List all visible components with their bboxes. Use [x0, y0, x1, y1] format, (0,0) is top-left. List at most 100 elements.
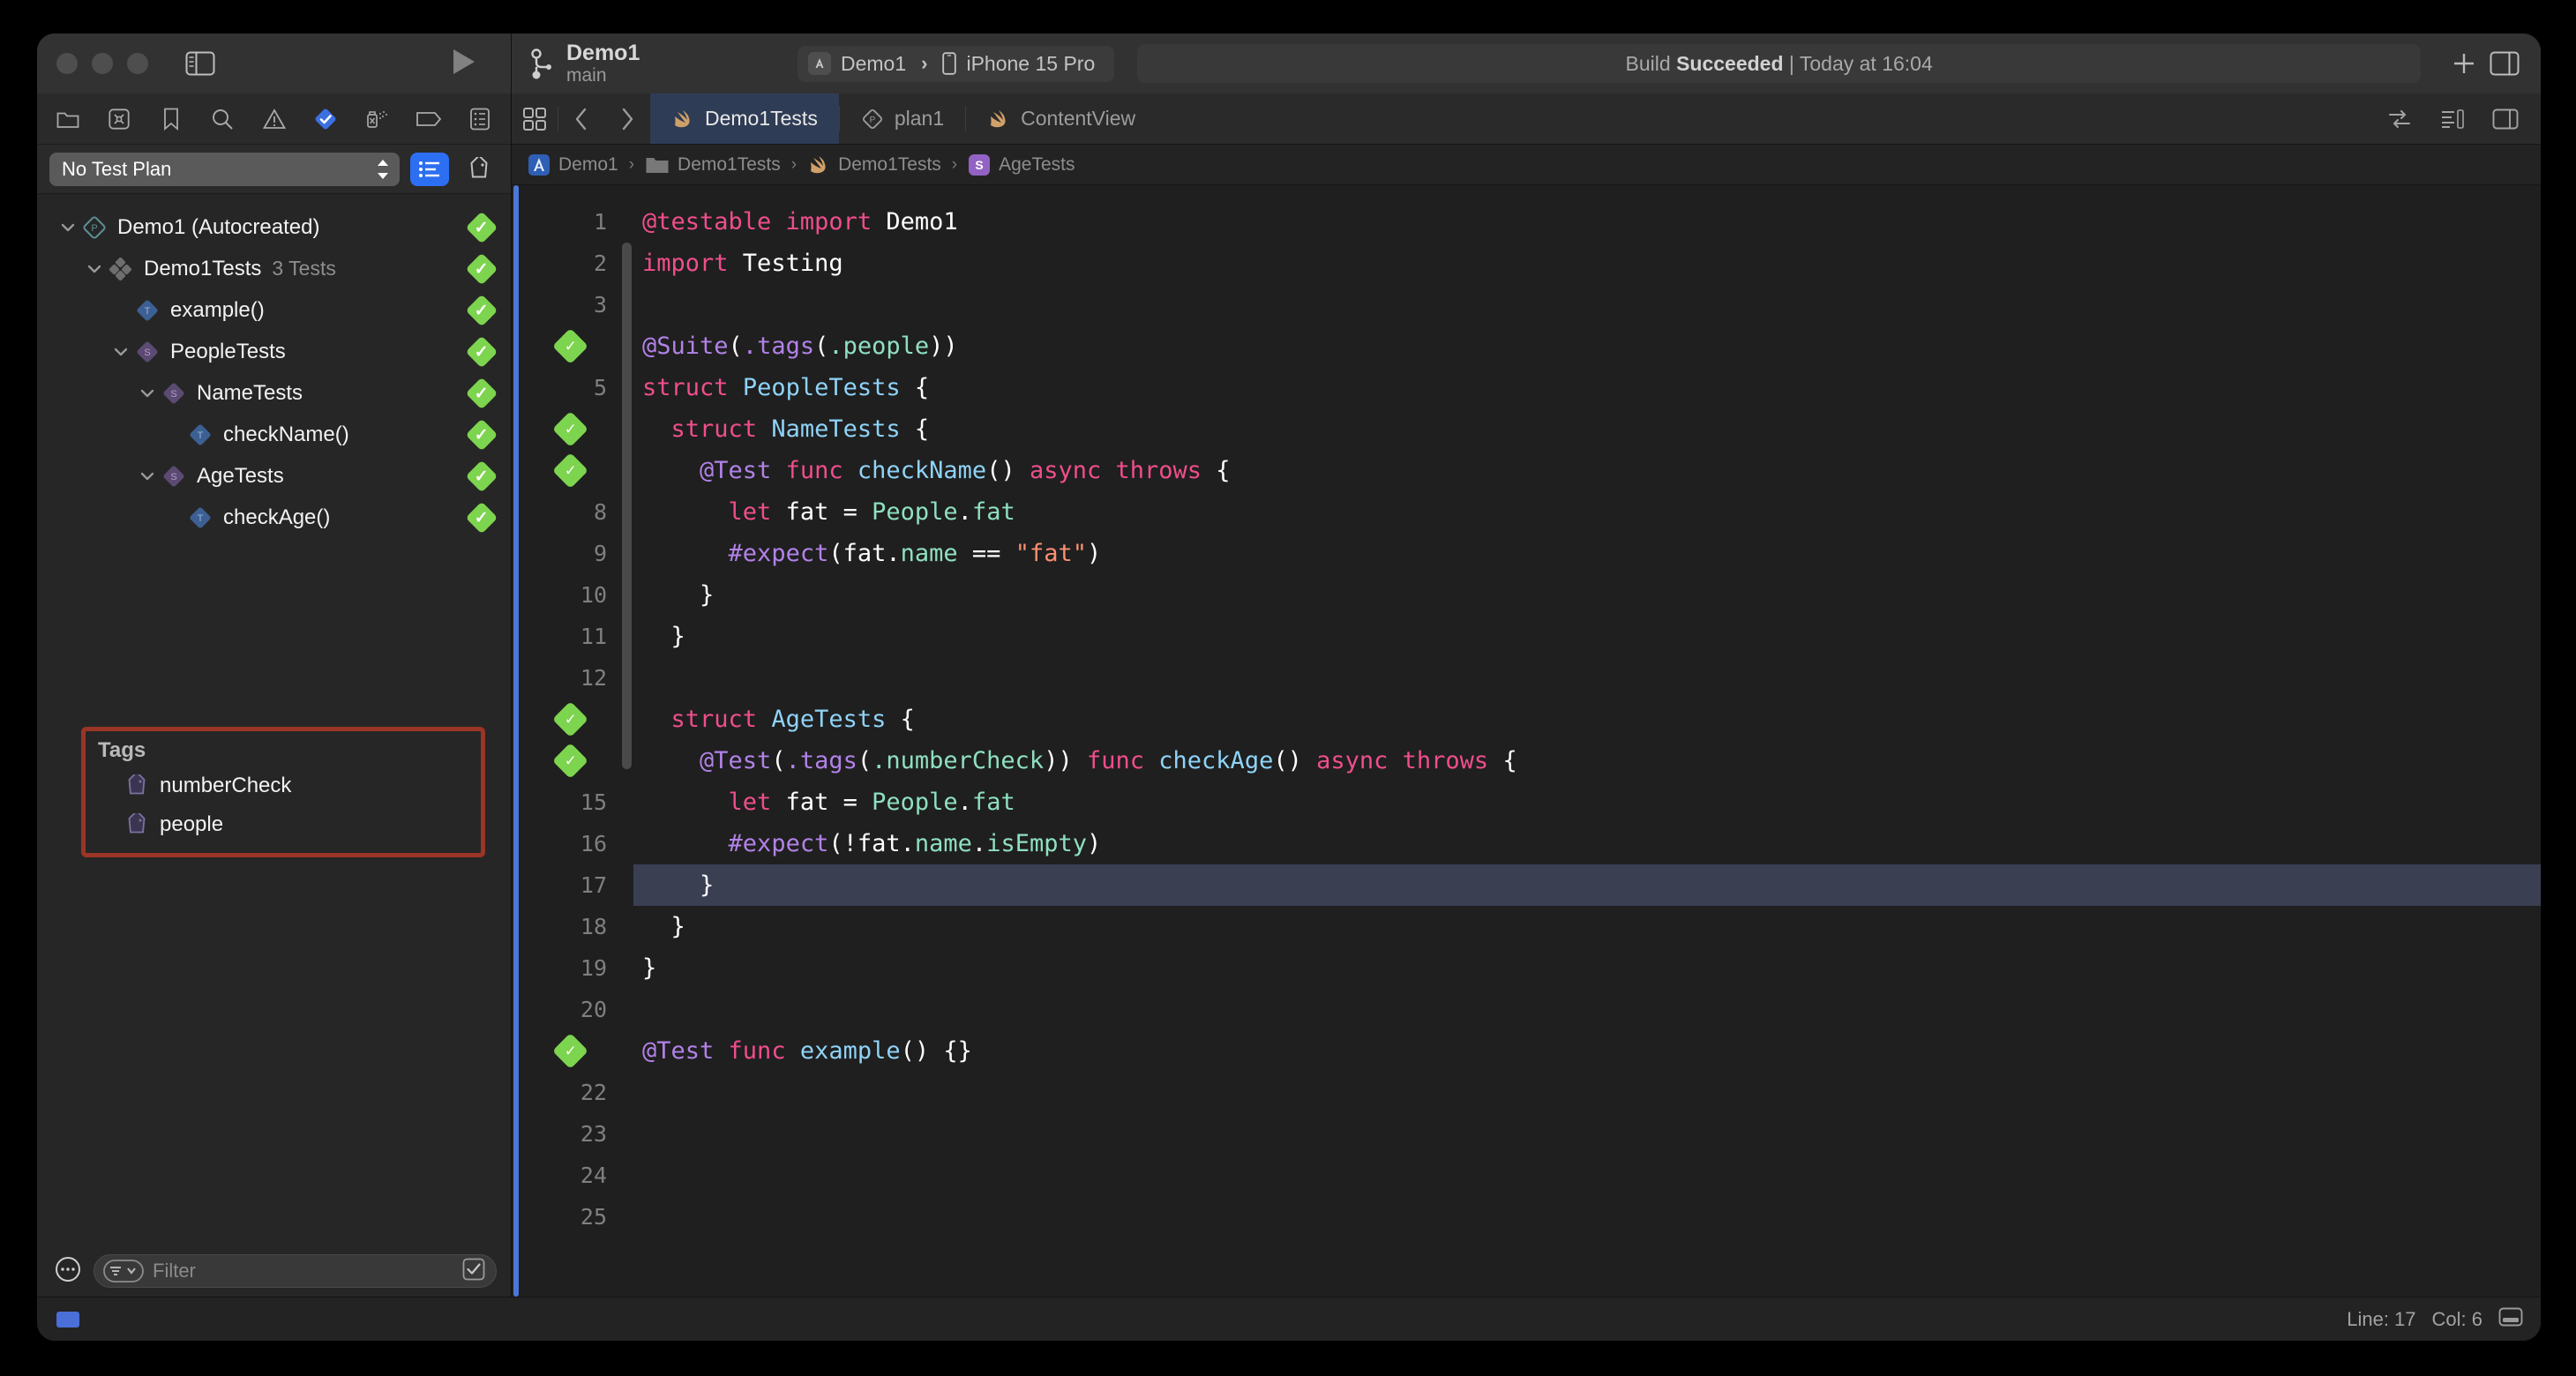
split-editor-icon[interactable]: [2482, 108, 2528, 130]
bookmark-icon[interactable]: [154, 104, 188, 134]
test-status-indicator[interactable]: ✓: [465, 377, 498, 409]
gutter-test-run-diamond[interactable]: ✓: [520, 325, 619, 367]
breakpoint-icon[interactable]: [412, 104, 446, 134]
code-line[interactable]: struct AgeTests {: [633, 699, 2541, 740]
disclosure-triangle-icon[interactable]: [109, 343, 132, 361]
test-passed-diamond-icon[interactable]: ✓: [465, 294, 498, 326]
code-line[interactable]: }: [633, 906, 2541, 947]
code-line[interactable]: [633, 657, 2541, 699]
code-line[interactable]: struct PeopleTests {: [633, 367, 2541, 408]
gutter-test-run-diamond[interactable]: ✓: [520, 699, 619, 740]
code-line[interactable]: struct NameTests {: [633, 408, 2541, 450]
code-line[interactable]: #expect (fat. name == "fat"): [633, 533, 2541, 574]
test-tree-row[interactable]: S NameTests ✓: [37, 372, 511, 414]
minimap-icon[interactable]: [2430, 108, 2475, 130]
test-status-indicator[interactable]: ✓: [465, 294, 498, 326]
code-line[interactable]: let fat = People. fat: [633, 491, 2541, 533]
editor-tab[interactable]: ContentView: [966, 93, 1157, 144]
report-icon[interactable]: [463, 104, 497, 134]
editor-tab[interactable]: Pplan1: [840, 93, 965, 144]
list-view-button[interactable]: [410, 152, 449, 186]
test-tree-row[interactable]: Demo1Tests 3 Tests ✓: [37, 248, 511, 289]
code-line[interactable]: [633, 1072, 2541, 1113]
tag-view-button[interactable]: [460, 153, 498, 186]
test-status-indicator[interactable]: ✓: [465, 211, 498, 243]
test-passed-diamond-icon[interactable]: ✓: [465, 377, 498, 409]
activity-status-bar[interactable]: Build Succeeded | Today at 16:04: [1137, 44, 2421, 83]
breadcrumb-item[interactable]: Demo1: [528, 153, 618, 176]
breadcrumb[interactable]: Demo1 › Demo1Tests › Demo1Tests › S AgeTests: [512, 145, 2541, 185]
test-passed-diamond-icon[interactable]: ✓: [551, 410, 588, 448]
code-editor[interactable]: 1 2 3 ✓ 5 ✓ ✓ 8 9 10 11 12 ✓ ✓ 15 16 17 18 19 20 ✓ 22 23 24 25 @…: [512, 185, 2541, 1297]
test-diamond-icon[interactable]: [309, 104, 342, 134]
code-line[interactable]: @testable import Demo1: [633, 201, 2541, 243]
add-editor-button[interactable]: [2444, 43, 2484, 84]
code-line[interactable]: import Testing: [633, 243, 2541, 284]
source-control-icon[interactable]: [102, 104, 136, 134]
test-passed-diamond-icon[interactable]: ✓: [551, 742, 588, 780]
code-line[interactable]: #expect (!fat. name. isEmpty): [633, 823, 2541, 864]
test-passed-diamond-icon[interactable]: ✓: [465, 460, 498, 492]
folder-icon[interactable]: [51, 104, 85, 134]
test-passed-diamond-icon[interactable]: ✓: [551, 700, 588, 738]
navigate-forward-button[interactable]: [604, 93, 650, 144]
test-passed-diamond-icon[interactable]: ✓: [551, 1032, 588, 1070]
disclosure-triangle-icon[interactable]: [56, 219, 79, 236]
tab-grid-button[interactable]: [512, 93, 558, 144]
inspector-toggle-icon[interactable]: [2484, 43, 2525, 84]
source-lines[interactable]: @testable import Demo1 import Testing @Sui…: [633, 185, 2541, 1297]
test-tree-row[interactable]: S AgeTests ✓: [37, 455, 511, 497]
test-tree-row[interactable]: Texample() ✓: [37, 289, 511, 331]
test-status-indicator[interactable]: ✓: [465, 501, 498, 534]
test-status-indicator[interactable]: ✓: [465, 460, 498, 492]
options-button[interactable]: [55, 1256, 81, 1287]
code-line[interactable]: }: [633, 574, 2541, 616]
filter-checkbox-icon[interactable]: [462, 1258, 485, 1285]
breadcrumb-item[interactable]: Demo1Tests: [807, 153, 941, 176]
gutter-test-run-diamond[interactable]: ✓: [520, 1030, 619, 1072]
code-line[interactable]: @Suite(.tags(.people)): [633, 325, 2541, 367]
code-line[interactable]: [633, 1196, 2541, 1238]
breadcrumb-item[interactable]: Demo1Tests: [645, 154, 781, 176]
tag-list-item[interactable]: numberCheck: [86, 767, 481, 805]
test-tree-row[interactable]: P Demo1 (Autocreated) ✓: [37, 206, 511, 248]
code-line[interactable]: }: [633, 947, 2541, 989]
sidebar-toggle-icon[interactable]: [185, 51, 215, 76]
editor-tab[interactable]: Demo1Tests: [650, 93, 839, 144]
test-tree-row[interactable]: TcheckName() ✓: [37, 414, 511, 455]
disclosure-triangle-icon[interactable]: [136, 467, 159, 485]
warning-triangle-icon[interactable]: [258, 104, 291, 134]
breadcrumb-item[interactable]: S AgeTests: [968, 153, 1075, 176]
test-tree-row[interactable]: TcheckAge() ✓: [37, 497, 511, 538]
test-status-indicator[interactable]: ✓: [465, 418, 498, 451]
zoom-button[interactable]: [127, 53, 148, 74]
code-line[interactable]: [633, 1113, 2541, 1155]
test-passed-diamond-icon[interactable]: ✓: [465, 501, 498, 534]
code-line[interactable]: let fat = People. fat: [633, 781, 2541, 823]
minimize-button[interactable]: [92, 53, 113, 74]
scheme-destination-chooser[interactable]: Demo1 › iPhone 15 Pro: [798, 45, 1115, 82]
branch-indicator[interactable]: Demo1 main: [531, 41, 778, 87]
test-status-indicator[interactable]: ✓: [465, 335, 498, 368]
test-passed-diamond-icon[interactable]: ✓: [465, 252, 498, 285]
gutter-test-run-diamond[interactable]: ✓: [520, 408, 619, 450]
gutter-test-run-diamond[interactable]: ✓: [520, 740, 619, 781]
code-line[interactable]: @Test func example() {}: [633, 1030, 2541, 1072]
debug-icon[interactable]: [360, 104, 393, 134]
search-icon[interactable]: [206, 104, 239, 134]
test-passed-diamond-icon[interactable]: ✓: [551, 452, 588, 490]
code-line[interactable]: [633, 1155, 2541, 1196]
gutter-test-run-diamond[interactable]: ✓: [520, 450, 619, 491]
code-line[interactable]: @Test func checkName() async throws {: [633, 450, 2541, 491]
close-button[interactable]: [56, 53, 78, 74]
test-passed-diamond-icon[interactable]: ✓: [465, 335, 498, 368]
code-line[interactable]: @Test(.tags(.numberCheck)) func checkAge…: [633, 740, 2541, 781]
code-folding-ribbon[interactable]: [619, 185, 633, 1297]
code-review-icon[interactable]: [2377, 108, 2422, 130]
minimap-toggle-icon[interactable]: [2498, 1307, 2523, 1331]
test-plan-select[interactable]: No Test Plan: [49, 152, 400, 186]
disclosure-triangle-icon[interactable]: [83, 260, 106, 278]
tag-list-item[interactable]: people: [86, 805, 481, 844]
test-passed-diamond-icon[interactable]: ✓: [551, 327, 588, 365]
code-line[interactable]: [633, 284, 2541, 325]
